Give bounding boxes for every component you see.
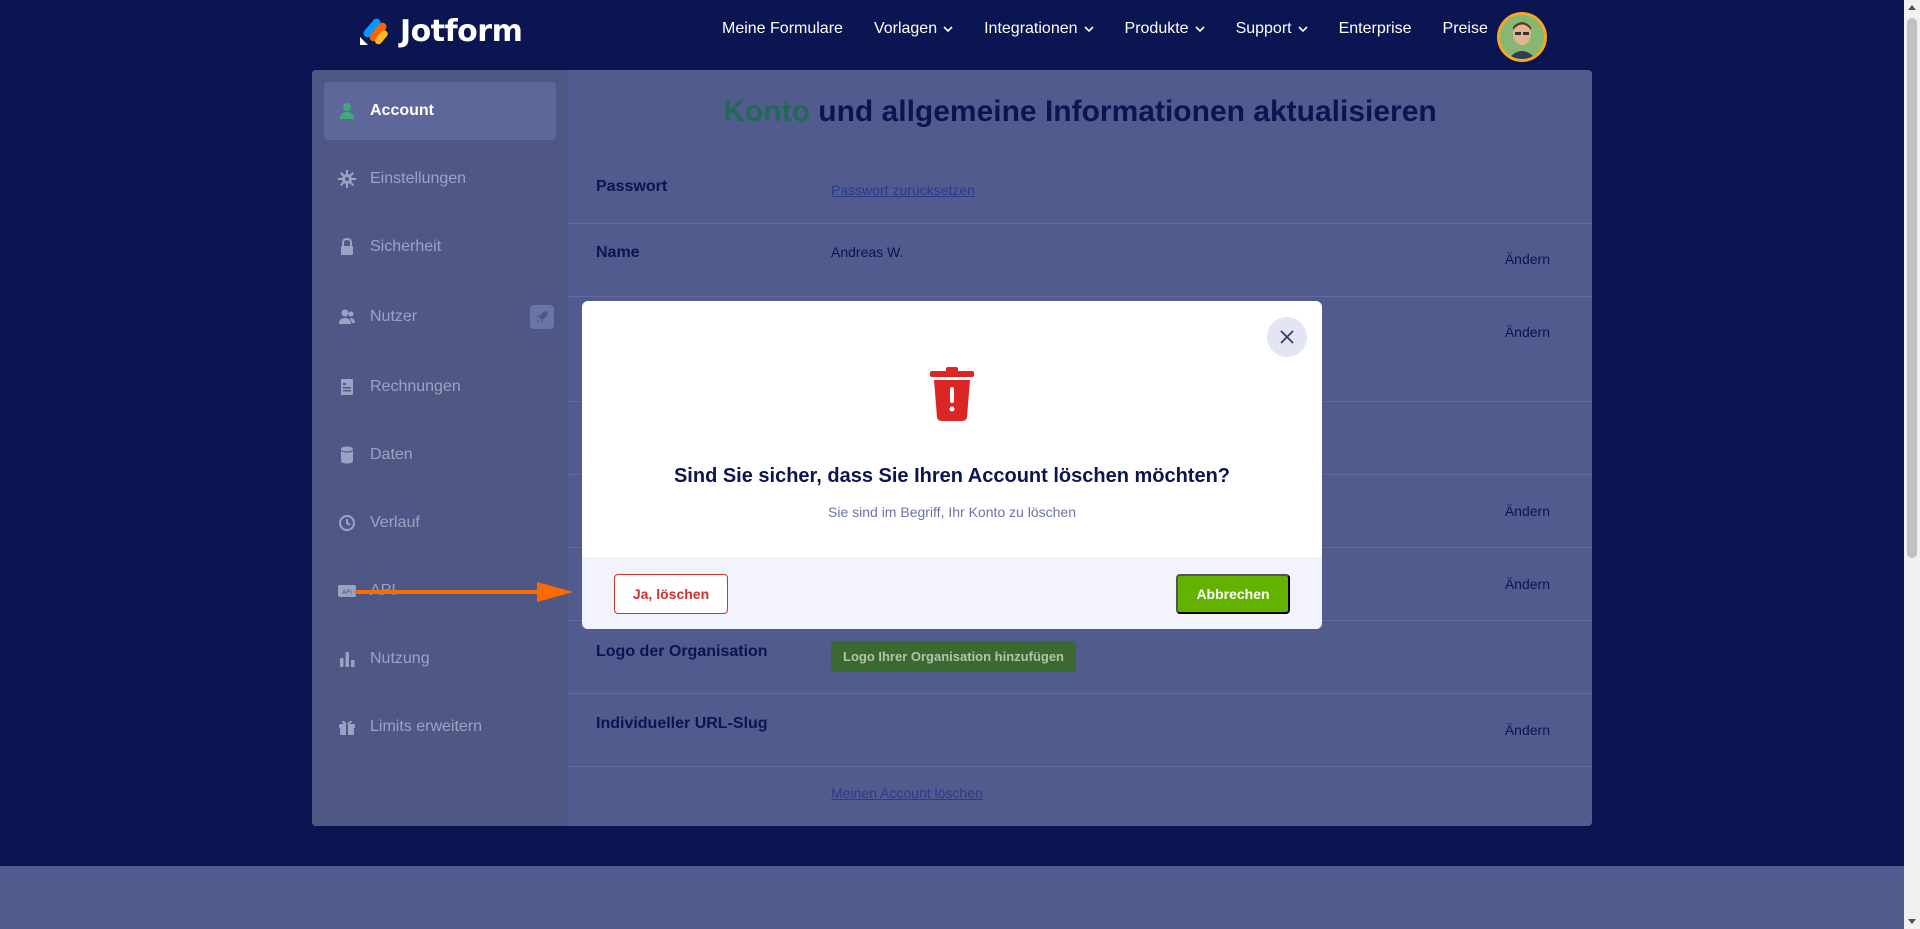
nav-produkte[interactable]: Produkte: [1125, 20, 1205, 38]
sidebar-item-label: Sicherheit: [370, 238, 442, 255]
chevron-down-icon: [1194, 26, 1205, 33]
row-name: Name Andreas W. Ändern: [568, 224, 1592, 297]
history-icon: [338, 514, 356, 532]
row-passwort: Passwort Passwort zurücksetzen: [568, 158, 1592, 224]
row-label: Individueller URL-Slug: [596, 715, 768, 732]
lock-icon: [338, 238, 356, 256]
close-button[interactable]: [1267, 317, 1307, 357]
page-title-rest: und allgemeine Informationen aktualisier…: [809, 95, 1437, 128]
row-org-logo: Logo der Organisation Logo Ihrer Organis…: [568, 621, 1592, 694]
row-label: Passwort: [596, 178, 668, 195]
page-scrollbar[interactable]: [1904, 0, 1920, 929]
edit-button[interactable]: Ändern: [1505, 576, 1550, 592]
sidebar-item-einstellungen[interactable]: Einstellungen: [324, 150, 556, 208]
invoice-icon: [338, 378, 356, 396]
edit-button[interactable]: Ändern: [1505, 503, 1550, 519]
dialog-title: Sind Sie sicher, dass Sie Ihren Account …: [673, 465, 1231, 487]
sidebar-item-nutzung[interactable]: Nutzung: [324, 630, 556, 688]
nav-label: Meine Formulare: [722, 20, 843, 37]
nav-label: Preise: [1442, 20, 1488, 37]
dialog-footer: Ja, löschen Abbrechen: [582, 557, 1322, 629]
sidebar-item-rechnungen[interactable]: Rechnungen: [324, 358, 556, 416]
gift-icon: [338, 718, 356, 736]
sidebar-item-nutzer[interactable]: Nutzer: [324, 288, 556, 346]
avatar-image: [1500, 15, 1544, 59]
orange-arrow-icon: [355, 582, 573, 602]
brand-name: Jotform: [400, 14, 523, 49]
jotform-logo-icon: [360, 18, 388, 45]
avatar-portrait-icon: [1500, 15, 1544, 59]
nav-support[interactable]: Support: [1236, 20, 1308, 38]
top-navigation-bar: Jotform Meine Formulare Vorlagen Integra…: [0, 0, 1904, 70]
nav-label: Vorlagen: [873, 20, 938, 37]
sidebar-item-label: Account: [370, 102, 434, 119]
row-label: Logo der Organisation: [596, 643, 768, 660]
sidebar-item-verlauf[interactable]: Verlauf: [324, 494, 556, 552]
main-nav: Meine Formulare Vorlagen Integrationen P…: [722, 20, 1519, 38]
sidebar-item-daten[interactable]: Daten: [324, 426, 556, 484]
api-icon: API: [338, 582, 356, 600]
rocket-icon: [530, 305, 554, 329]
chevron-down-icon: [1298, 26, 1308, 33]
edit-name-button[interactable]: Ändern: [1505, 251, 1550, 267]
page-title-accent: Konto: [723, 95, 810, 128]
trash-warning-icon: [930, 367, 974, 421]
sidebar-item-label: Limits erweitern: [370, 718, 483, 735]
confirm-delete-button[interactable]: Ja, löschen: [614, 574, 728, 614]
sidebar-item-limits-erweitern[interactable]: Limits erweitern: [324, 698, 556, 756]
nav-label: Support: [1235, 20, 1292, 37]
nav-enterprise[interactable]: Enterprise: [1339, 20, 1412, 38]
footer-band: [0, 866, 1904, 929]
reset-password-link[interactable]: Passwort zurücksetzen: [831, 182, 975, 198]
row-label: Name: [596, 244, 640, 261]
close-icon: [1280, 330, 1294, 344]
nav-preise[interactable]: Preise: [1443, 20, 1488, 38]
sidebar-item-label: Rechnungen: [370, 378, 461, 395]
sidebar-item-label: Einstellungen: [370, 170, 467, 187]
delete-account-dialog: Sind Sie sicher, dass Sie Ihren Account …: [582, 301, 1322, 629]
jotform-logo[interactable]: Jotform: [358, 14, 523, 49]
nav-label: Integrationen: [984, 20, 1078, 37]
name-value: Andreas W.: [831, 244, 904, 260]
user-avatar[interactable]: [1497, 12, 1547, 62]
nav-label: Produkte: [1124, 20, 1189, 37]
nav-meine-formulare[interactable]: Meine Formulare: [722, 20, 843, 38]
cancel-button[interactable]: Abbrechen: [1176, 574, 1290, 614]
row-delete-account: Meinen Account löschen: [568, 767, 1592, 826]
sidebar-item-account[interactable]: Account: [324, 82, 556, 140]
add-org-logo-button[interactable]: Logo Ihrer Organisation hinzufügen: [831, 641, 1076, 672]
user-icon: [338, 102, 356, 120]
edit-url-slug-button[interactable]: Ändern: [1505, 722, 1550, 738]
settings-sidebar: Account Einstellungen Sicherheit Nutzer: [312, 70, 568, 826]
nav-vorlagen[interactable]: Vorlagen: [874, 20, 953, 38]
scroll-down-arrow-icon[interactable]: [1908, 919, 1916, 924]
sidebar-item-sicherheit[interactable]: Sicherheit: [324, 218, 556, 276]
sidebar-item-label: Nutzung: [370, 650, 430, 667]
users-icon: [338, 308, 356, 326]
sidebar-item-label: Daten: [370, 446, 413, 463]
dialog-subtitle: Sie sind im Begriff, Ihr Konto zu lösche…: [828, 504, 1076, 520]
svg-text:API: API: [342, 589, 352, 596]
row-url-slug: Individueller URL-Slug Ändern: [568, 694, 1592, 767]
scroll-thumb[interactable]: [1907, 18, 1917, 558]
gear-icon: [338, 170, 356, 188]
bar-chart-icon: [338, 650, 356, 668]
sidebar-item-label: Verlauf: [370, 514, 420, 531]
edit-button[interactable]: Ändern: [1505, 324, 1550, 340]
delete-account-link[interactable]: Meinen Account löschen: [831, 785, 983, 801]
chevron-down-icon: [1083, 26, 1094, 33]
sidebar-item-label: Nutzer: [370, 308, 418, 325]
nav-label: Enterprise: [1338, 20, 1412, 37]
nav-integrationen[interactable]: Integrationen: [984, 20, 1094, 38]
scroll-up-arrow-icon[interactable]: [1908, 5, 1916, 10]
database-icon: [338, 446, 356, 464]
chevron-down-icon: [943, 26, 953, 33]
page-title: Konto und allgemeine Informationen aktua…: [568, 95, 1592, 129]
